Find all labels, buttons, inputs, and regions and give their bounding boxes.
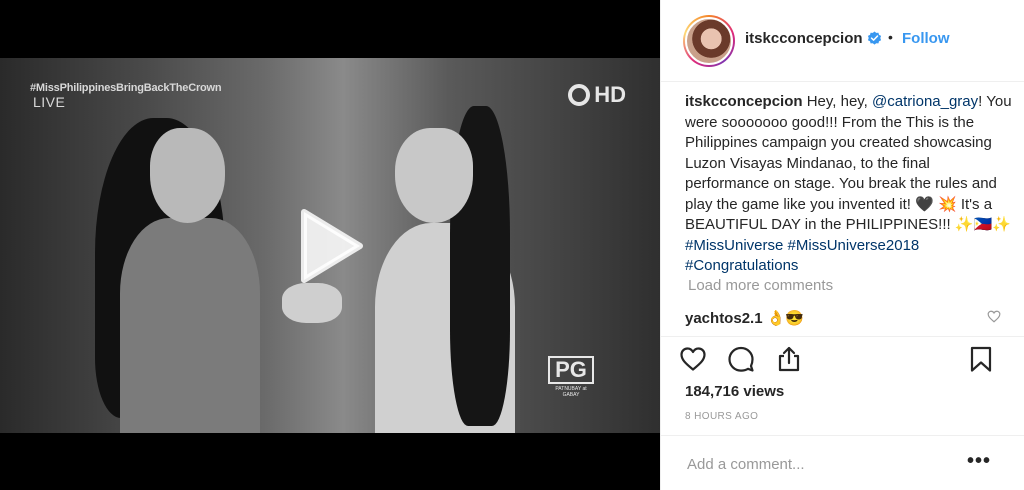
- video-frame-shape: [395, 128, 473, 223]
- comment-bubble-icon[interactable]: [727, 345, 755, 373]
- video-frame-shape: [150, 128, 225, 223]
- post-header: itskcconcepcion • Follow: [661, 0, 1024, 82]
- comment-like-heart-icon[interactable]: [987, 310, 1001, 323]
- media-area: #MissPhilippinesBringBackTheCrown LIVE H…: [0, 0, 660, 490]
- caption-hashtag-link[interactable]: #MissUniverse2018: [788, 237, 920, 254]
- play-icon[interactable]: [298, 208, 364, 284]
- more-options-icon[interactable]: •••: [967, 450, 991, 473]
- add-comment-input[interactable]: [687, 456, 957, 473]
- load-more-comments-button[interactable]: Load more comments: [688, 277, 833, 294]
- caption-hashtag-link[interactable]: #Congratulations: [685, 257, 798, 274]
- follow-button[interactable]: Follow: [902, 30, 950, 47]
- post-side-panel: itskcconcepcion • Follow itskcconcepcion…: [660, 0, 1024, 490]
- video-hashtag-overlay: #MissPhilippinesBringBackTheCrown: [30, 82, 222, 94]
- video-frame-shape: [282, 283, 342, 323]
- rating-badge: PG PATNUBAY at GABAY: [548, 356, 594, 398]
- action-bar: [661, 336, 1024, 380]
- share-icon[interactable]: [775, 345, 803, 373]
- hd-label: HD: [594, 82, 626, 107]
- post-timestamp[interactable]: 8 HOURS AGO: [685, 411, 758, 422]
- comment-text: 👌😎: [766, 310, 805, 327]
- header-username[interactable]: itskcconcepcion: [745, 30, 863, 47]
- network-logo-icon: [568, 84, 591, 106]
- header-separator: •: [888, 29, 893, 45]
- caption-mention-link[interactable]: @catriona_gray: [872, 93, 978, 110]
- video-live-overlay: LIVE: [33, 94, 66, 110]
- video-frame-shape: [120, 218, 260, 433]
- post-caption: itskcconcepcion Hey, hey, @catriona_gray…: [685, 92, 1015, 277]
- caption-text: ! You were sooooooo good!!! From the Thi…: [685, 93, 1012, 233]
- caption-author[interactable]: itskcconcepcion: [685, 93, 803, 110]
- verified-badge-icon: [867, 31, 882, 45]
- bookmark-icon[interactable]: [967, 345, 995, 373]
- video-player[interactable]: #MissPhilippinesBringBackTheCrown LIVE H…: [0, 58, 660, 433]
- caption-hashtag-link[interactable]: #MissUniverse: [685, 237, 783, 254]
- avatar[interactable]: [683, 15, 735, 67]
- avatar-image: [685, 17, 733, 65]
- add-comment-bar: •••: [661, 435, 1024, 490]
- view-count[interactable]: 184,716 views: [685, 383, 784, 400]
- rating-label: PG: [548, 356, 594, 384]
- like-heart-icon[interactable]: [679, 345, 707, 373]
- caption-text: Hey, hey,: [806, 93, 868, 110]
- rating-sublabel: PATNUBAY at GABAY: [555, 386, 587, 398]
- comment-username[interactable]: yachtos2.1: [685, 310, 763, 327]
- broadcast-hd-logo: HD: [568, 82, 626, 108]
- comment-item: yachtos2.1 👌😎: [685, 309, 804, 327]
